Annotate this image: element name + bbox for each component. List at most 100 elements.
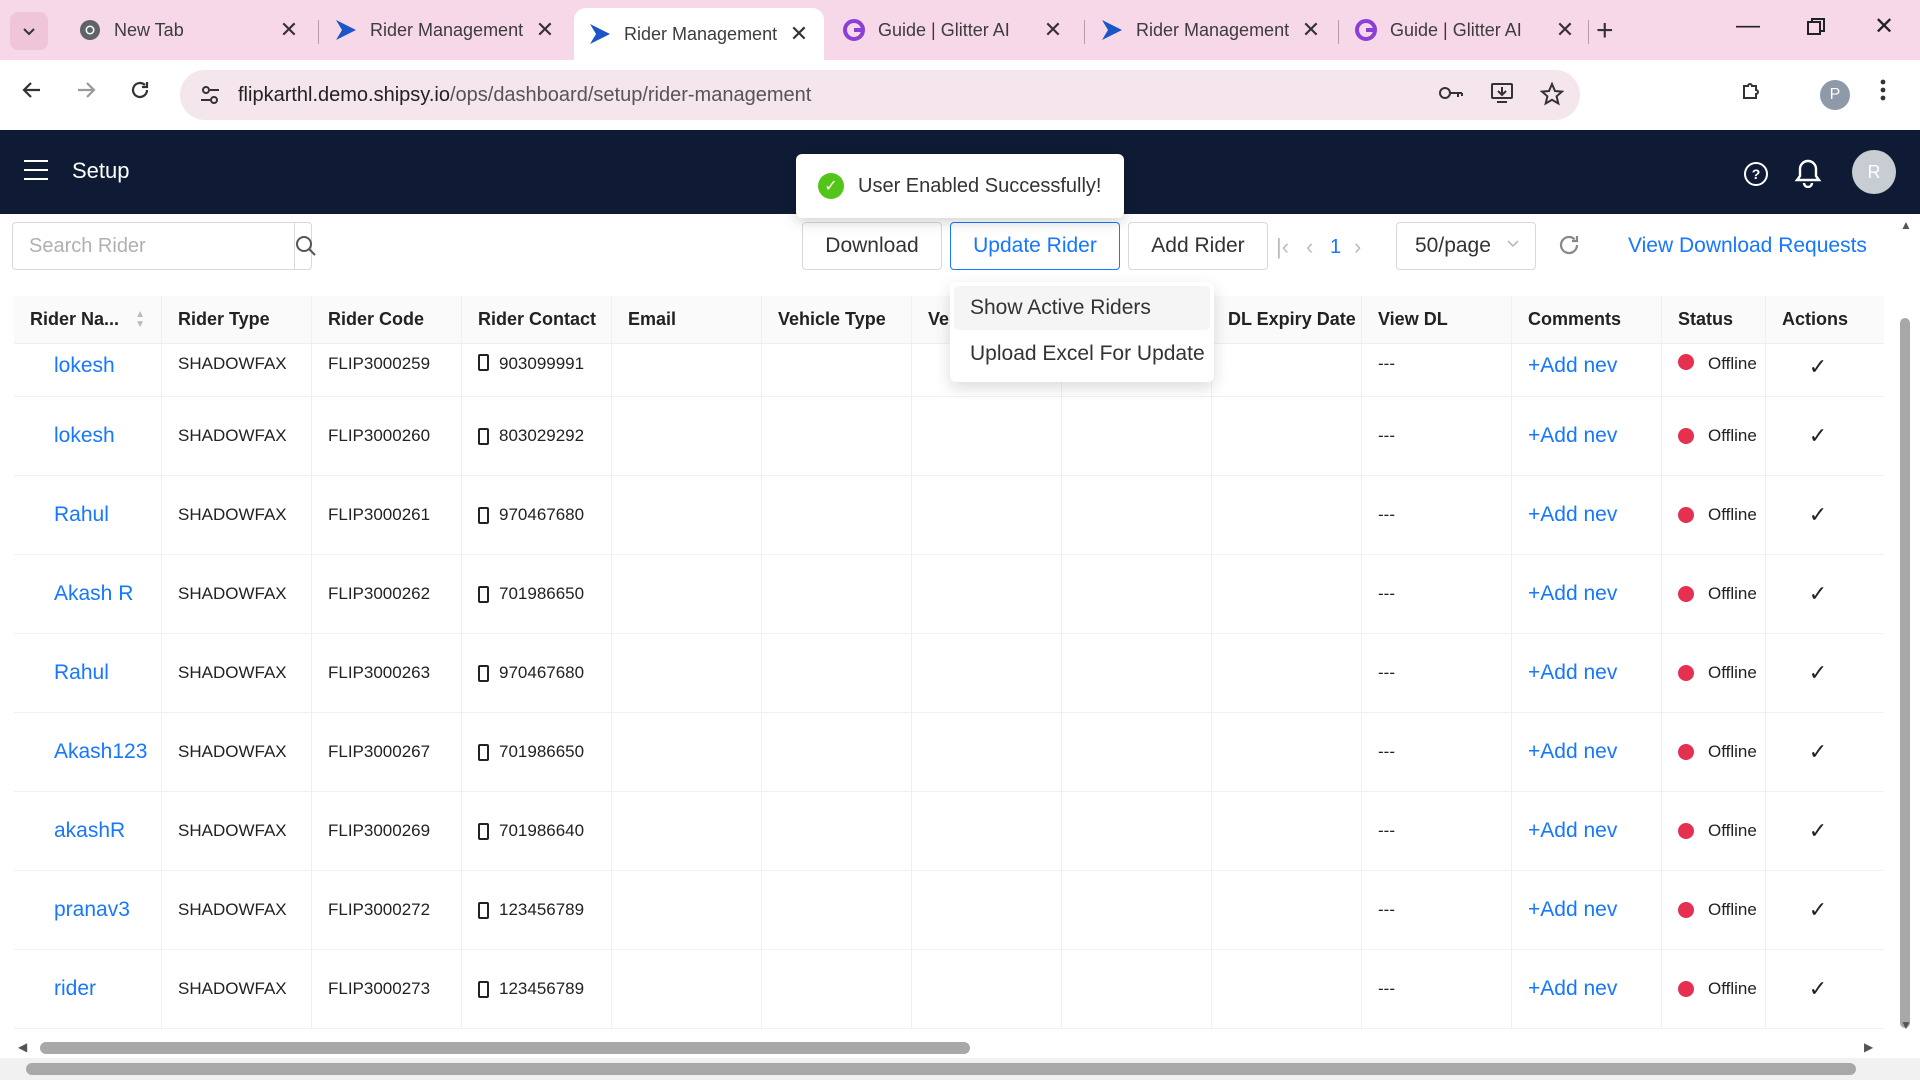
browser-tab[interactable]: Guide | Glitter AI ✕	[1340, 8, 1590, 52]
rider-name-link[interactable]: rider	[14, 950, 162, 1028]
phone-icon	[478, 354, 489, 371]
user-avatar[interactable]: R	[1852, 150, 1896, 194]
vehicle-type-cell	[762, 950, 912, 1028]
search-icon	[296, 236, 316, 256]
dl-expiry-cell	[1212, 555, 1362, 633]
rider-name-link[interactable]: Rahul	[14, 476, 162, 554]
glitter-icon	[1354, 18, 1378, 42]
rider-contact-cell: 701986650	[462, 555, 612, 633]
rider-name-link[interactable]: Rahul	[14, 634, 162, 712]
view-download-requests-link[interactable]: View Download Requests	[1628, 234, 1867, 258]
chevron-down-icon	[1505, 235, 1521, 256]
add-comment-link[interactable]: +Add nev	[1512, 792, 1662, 870]
bookmark-star-icon[interactable]	[1539, 81, 1565, 112]
enable-check-icon[interactable]: ✓	[1766, 950, 1870, 1028]
search-input[interactable]	[13, 223, 294, 269]
add-comment-link[interactable]: +Add nev	[1512, 397, 1662, 475]
page-horizontal-scrollbar[interactable]	[0, 1058, 1920, 1080]
add-comment-link[interactable]: +Add nev	[1512, 476, 1662, 554]
search-button[interactable]	[294, 223, 317, 269]
rider-name-link[interactable]: Akash R	[14, 555, 162, 633]
table-horizontal-scrollbar-thumb[interactable]	[40, 1042, 970, 1054]
restore-icon[interactable]	[1806, 16, 1826, 44]
next-page-icon[interactable]: ›	[1354, 234, 1361, 260]
rider-name-link[interactable]: Akash123	[14, 713, 162, 791]
ve-cell	[912, 950, 1062, 1028]
column-header-rider-name[interactable]: Rider Na... ▲ ▼	[14, 296, 162, 343]
close-icon[interactable]: ✕	[1300, 17, 1322, 43]
browser-tab[interactable]: New Tab ✕	[64, 8, 314, 52]
vertical-scrollbar[interactable]: ▲ ▼	[1896, 218, 1916, 1034]
rider-name-link[interactable]: lokesh	[14, 344, 162, 396]
enable-check-icon[interactable]: ✓	[1766, 713, 1870, 791]
page-horizontal-scrollbar-thumb[interactable]	[26, 1063, 1856, 1075]
sort-icon[interactable]: ▲ ▼	[135, 310, 145, 330]
browser-tab[interactable]: Rider Management ✕	[1086, 8, 1336, 52]
forward-arrow-icon[interactable]	[74, 78, 98, 109]
page-size-select[interactable]: 50/page	[1396, 222, 1536, 270]
password-key-icon[interactable]	[1438, 82, 1464, 112]
close-icon[interactable]: ✕	[278, 17, 300, 43]
back-arrow-icon[interactable]	[20, 78, 44, 109]
rider-contact-value: 903099991	[499, 354, 585, 373]
scroll-down-arrow-icon[interactable]: ▼	[1900, 1018, 1912, 1032]
extensions-puzzle-icon[interactable]	[1740, 78, 1764, 109]
menu-item-upload-excel[interactable]: Upload Excel For Update	[954, 332, 1210, 376]
hidden-cell	[1062, 634, 1212, 712]
add-comment-link[interactable]: +Add nev	[1512, 634, 1662, 712]
menu-hamburger-icon[interactable]	[24, 160, 48, 187]
tab-search-button[interactable]	[10, 12, 48, 50]
browser-tab[interactable]: Guide | Glitter AI ✕	[828, 8, 1078, 52]
rider-name-link[interactable]: akashR	[14, 792, 162, 870]
update-rider-button[interactable]: Update Rider	[950, 222, 1120, 270]
notification-bell-icon[interactable]	[1794, 158, 1822, 193]
scroll-right-arrow-icon[interactable]: ▶	[1864, 1040, 1873, 1054]
vertical-scrollbar-thumb[interactable]	[1900, 318, 1910, 1028]
scroll-up-arrow-icon[interactable]: ▲	[1900, 218, 1912, 232]
reload-icon[interactable]	[128, 78, 152, 109]
help-icon[interactable]: ?	[1744, 162, 1768, 186]
install-app-icon[interactable]	[1490, 82, 1514, 112]
enable-check-icon[interactable]: ✓	[1766, 476, 1870, 554]
enable-check-icon[interactable]: ✓	[1766, 871, 1870, 949]
close-icon[interactable]: ✕	[788, 21, 810, 47]
add-comment-link[interactable]: +Add nev	[1512, 713, 1662, 791]
more-vert-icon[interactable]	[1880, 78, 1886, 109]
refresh-icon[interactable]	[1556, 232, 1582, 263]
download-button[interactable]: Download	[802, 222, 942, 270]
rider-name-link[interactable]: pranav3	[14, 871, 162, 949]
enable-check-icon[interactable]: ✓	[1766, 634, 1870, 712]
close-icon[interactable]: ✕	[534, 17, 556, 43]
close-icon[interactable]: ✕	[1554, 17, 1576, 43]
address-bar[interactable]: flipkarthl.demo.shipsy.io/ops/dashboard/…	[180, 70, 1580, 120]
window-close-icon[interactable]: ✕	[1874, 12, 1894, 41]
add-rider-button[interactable]: Add Rider	[1128, 222, 1268, 270]
rider-name-link[interactable]: lokesh	[14, 397, 162, 475]
enable-check-icon[interactable]: ✓	[1766, 397, 1870, 475]
enable-check-icon[interactable]: ✓	[1766, 555, 1870, 633]
prev-page-icon[interactable]: ‹	[1306, 234, 1313, 260]
rider-contact-value: 803029292	[499, 426, 585, 445]
enable-check-icon[interactable]: ✓	[1766, 792, 1870, 870]
browser-toolbar: flipkarthl.demo.shipsy.io/ops/dashboard/…	[0, 60, 1920, 130]
browser-tab-active[interactable]: Rider Management ✕	[574, 8, 824, 60]
site-settings-icon[interactable]	[196, 81, 224, 109]
shipsy-icon	[588, 22, 612, 46]
view-dl-cell: ---	[1362, 555, 1512, 633]
add-comment-link[interactable]: +Add nev	[1512, 871, 1662, 949]
scroll-left-arrow-icon[interactable]: ◀	[18, 1040, 27, 1054]
enable-check-icon[interactable]: ✓	[1766, 344, 1870, 396]
menu-item-show-active-riders[interactable]: Show Active Riders	[954, 286, 1210, 330]
profile-avatar[interactable]: P	[1820, 80, 1850, 110]
first-page-icon[interactable]: |‹	[1276, 234, 1289, 260]
add-comment-link[interactable]: +Add nev	[1512, 950, 1662, 1028]
new-tab-plus-icon[interactable]: +	[1596, 14, 1614, 48]
add-comment-link[interactable]: +Add nev	[1512, 344, 1662, 396]
table-horizontal-scrollbar[interactable]: ◀ ▶	[14, 1036, 1884, 1056]
browser-tab[interactable]: Rider Management ✕	[320, 8, 570, 52]
table-header-row: Rider Na... ▲ ▼ Rider Type Rider Code Rid…	[14, 296, 1884, 344]
current-page[interactable]: 1	[1330, 236, 1341, 259]
close-icon[interactable]: ✕	[1042, 17, 1064, 43]
add-comment-link[interactable]: +Add nev	[1512, 555, 1662, 633]
minimize-icon[interactable]: —	[1736, 12, 1760, 40]
